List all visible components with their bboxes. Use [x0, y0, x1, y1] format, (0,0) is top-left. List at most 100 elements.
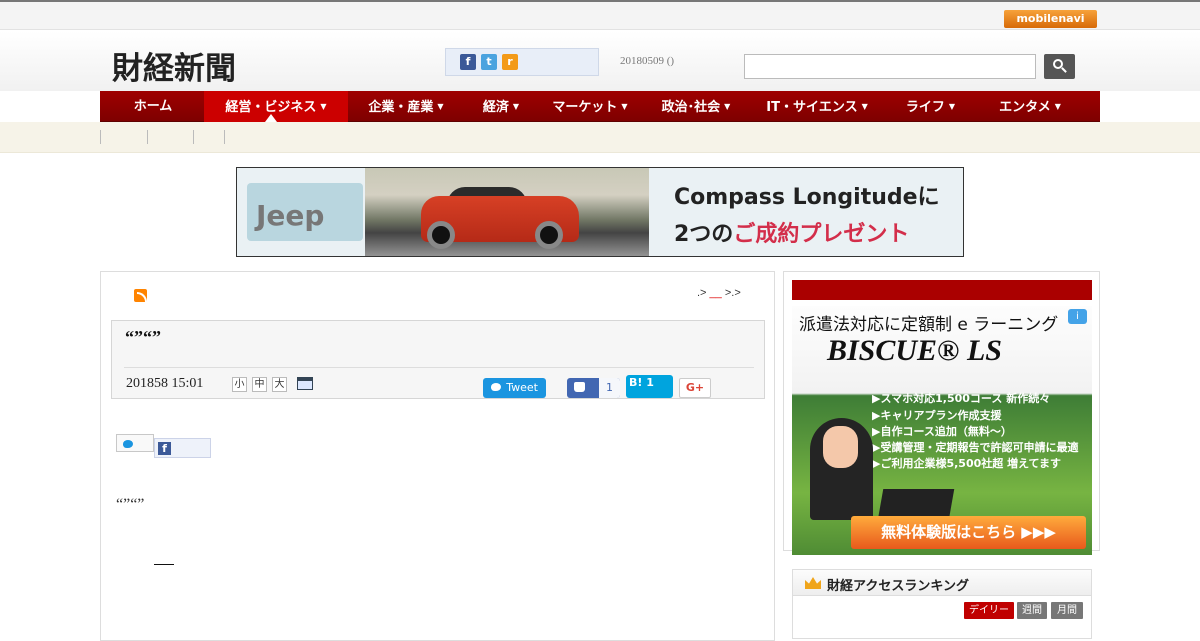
subnav-separator — [147, 130, 148, 144]
sub-navigation — [0, 122, 1200, 153]
article-body-text: “”“” — [116, 496, 145, 513]
banner-highlight: ご成約プレゼント — [733, 222, 910, 247]
hatena-bookmark-button[interactable]: B! 1 — [626, 375, 673, 398]
car-photo — [365, 168, 649, 256]
sidebar-header-bar — [792, 280, 1092, 300]
chevron-down-icon: ▼ — [861, 102, 868, 111]
article-title: “”“” — [125, 327, 161, 347]
breadcrumb-part[interactable]: >.> — [725, 287, 741, 299]
nav-item-label: エンタメ — [999, 100, 1051, 115]
chevron-down-icon: ▼ — [948, 102, 956, 111]
nav-item-label: 政治･社会 — [661, 100, 721, 115]
nav-item-label: ホーム — [133, 99, 173, 114]
nav-item-label: 企業・産業 — [368, 100, 434, 115]
facebook-like-button[interactable]: 1 — [567, 378, 620, 398]
active-nav-pointer — [265, 114, 277, 122]
free-trial-button[interactable]: 無料体験版はこちら ▶▶▶ — [851, 516, 1086, 549]
ranking-widget: 財経アクセスランキング デイリー 週間 月間 — [792, 569, 1092, 639]
nav-item-label: ライフ — [905, 100, 945, 115]
article-date: 201858 15:01 — [126, 376, 204, 391]
chevron-down-icon: ▼ — [621, 102, 628, 111]
subnav-separator — [224, 130, 225, 144]
tweet-button[interactable]: Tweet — [483, 378, 546, 398]
ad-brand: BISCUE® LS — [827, 334, 1002, 367]
ad-info-icon[interactable]: i — [1068, 309, 1087, 324]
article-column: .> __ >.> “”“” 201858 15:01 小 中 大 Tweet … — [100, 271, 775, 641]
tab-daily[interactable]: デイリー — [964, 602, 1014, 619]
twitter-share-button[interactable] — [116, 434, 154, 452]
main-navigation: ホーム 経営・ビジネス ▼ 企業・産業 ▼ 経済 ▼ マーケット ▼ 政治･社会 ▼ IT… — [100, 91, 1100, 122]
wheel-icon — [535, 221, 563, 249]
nav-item-home[interactable]: ホーム — [100, 91, 206, 122]
nav-item-politics-society[interactable]: 政治･社会 ▼ — [652, 91, 740, 122]
chevron-down-icon: ▼ — [1054, 102, 1061, 111]
search-button[interactable] — [1044, 54, 1075, 79]
top-utility-bar: mobilenavi — [0, 0, 1200, 30]
card-divider — [124, 367, 754, 368]
nav-item-life[interactable]: ライフ ▼ — [897, 91, 964, 122]
wheel-icon — [427, 221, 455, 249]
site-logo[interactable]: 財経新聞 — [112, 43, 236, 88]
twitter-bird-icon — [123, 440, 133, 448]
subnav-separator — [193, 130, 194, 144]
print-icon[interactable] — [297, 377, 313, 390]
breadcrumb: .> __ >.> — [697, 287, 741, 299]
font-medium-button[interactable]: 中 — [252, 377, 267, 392]
nav-item-label: マーケット — [552, 100, 618, 115]
ad-headline: 派遣法対応に定額制 e ラーニング — [799, 315, 1059, 335]
nav-item-industry[interactable]: 企業・産業 ▼ — [358, 91, 454, 122]
nav-item-market[interactable]: マーケット ▼ — [542, 91, 638, 122]
hatena-count: 1 — [646, 376, 654, 389]
jeep-brand-text: Jeep — [256, 199, 325, 232]
facebook-share-button[interactable]: f — [154, 438, 211, 458]
breadcrumb-current[interactable]: __ — [710, 287, 722, 299]
facebook-icon: f — [158, 442, 171, 455]
ad-bullet: ▶受講管理・定期報告で許認可申請に最適 — [872, 441, 1079, 454]
tab-monthly[interactable]: 月間 — [1051, 602, 1083, 619]
facebook-icon[interactable]: f — [460, 54, 476, 70]
banner-headline: Compass Longitudeに — [674, 185, 940, 210]
thumbs-up-icon — [574, 382, 585, 392]
twitter-icon[interactable]: t — [481, 54, 497, 70]
like-count: 1 — [599, 378, 620, 398]
rss-icon[interactable] — [134, 289, 147, 302]
nav-item-label: 経営・ビジネス — [225, 100, 317, 115]
tweet-label: Tweet — [506, 381, 538, 394]
font-large-button[interactable]: 大 — [272, 377, 287, 392]
search-handle-icon — [1061, 67, 1067, 73]
ad-bullet: ▶キャリアプラン作成支援 — [872, 409, 1002, 422]
jeep-ad-banner[interactable]: Jeep Compass Longitudeに 2つのご成約プレゼント — [236, 167, 964, 257]
twitter-bird-icon — [491, 383, 501, 391]
social-link-box: f t r — [445, 48, 599, 76]
ad-bullet: ▶ご利用企業様5,500社超 増えてます — [872, 457, 1061, 470]
crown-icon — [805, 577, 821, 589]
rss-icon[interactable]: r — [502, 54, 518, 70]
chevron-down-icon: ▼ — [724, 102, 731, 111]
nav-item-entertainment[interactable]: エンタメ ▼ — [990, 91, 1070, 122]
issue-date: 20180509 () — [620, 55, 675, 67]
search-input[interactable] — [744, 54, 1036, 79]
ad-bullet: ▶自作コース追加（無料〜） — [872, 425, 1012, 438]
banner-subheadline: 2つのご成約プレゼント — [674, 216, 909, 248]
banner-prefix: 2つの — [674, 222, 734, 247]
ad-bullet: ▶スマホ対応1,500コース 新作続々 — [872, 392, 1051, 405]
ad-face-image — [823, 426, 858, 468]
subnav-separator — [100, 130, 101, 144]
hatena-label: B! — [629, 376, 643, 389]
google-plus-button[interactable]: G+ — [679, 378, 711, 398]
article-header-card: “”“” 201858 15:01 小 中 大 Tweet 1 B! 1 G+ — [111, 320, 765, 399]
biscue-ad[interactable]: i 派遣法対応に定額制 e ラーニング BISCUE® LS ▶スマホ対応1,5… — [792, 306, 1092, 555]
nav-item-economy[interactable]: 経済 ▼ — [470, 91, 532, 122]
tab-weekly[interactable]: 週間 — [1017, 602, 1047, 619]
chevron-down-icon: ▼ — [437, 102, 444, 111]
font-small-button[interactable]: 小 — [232, 377, 247, 392]
nav-item-label: IT・サイエンス — [766, 100, 858, 115]
breadcrumb-part[interactable]: .> — [697, 287, 706, 299]
body-underline-mark — [154, 564, 174, 565]
site-header: 財経新聞 f t r 20180509 () — [0, 31, 1200, 91]
ranking-header: 財経アクセスランキング — [793, 570, 1091, 596]
mobilenavi-logo[interactable]: mobilenavi — [1004, 10, 1097, 28]
chevron-down-icon: ▼ — [320, 102, 327, 111]
nav-item-label: 経済 — [482, 100, 509, 115]
nav-item-it-science[interactable]: IT・サイエンス ▼ — [757, 91, 877, 122]
